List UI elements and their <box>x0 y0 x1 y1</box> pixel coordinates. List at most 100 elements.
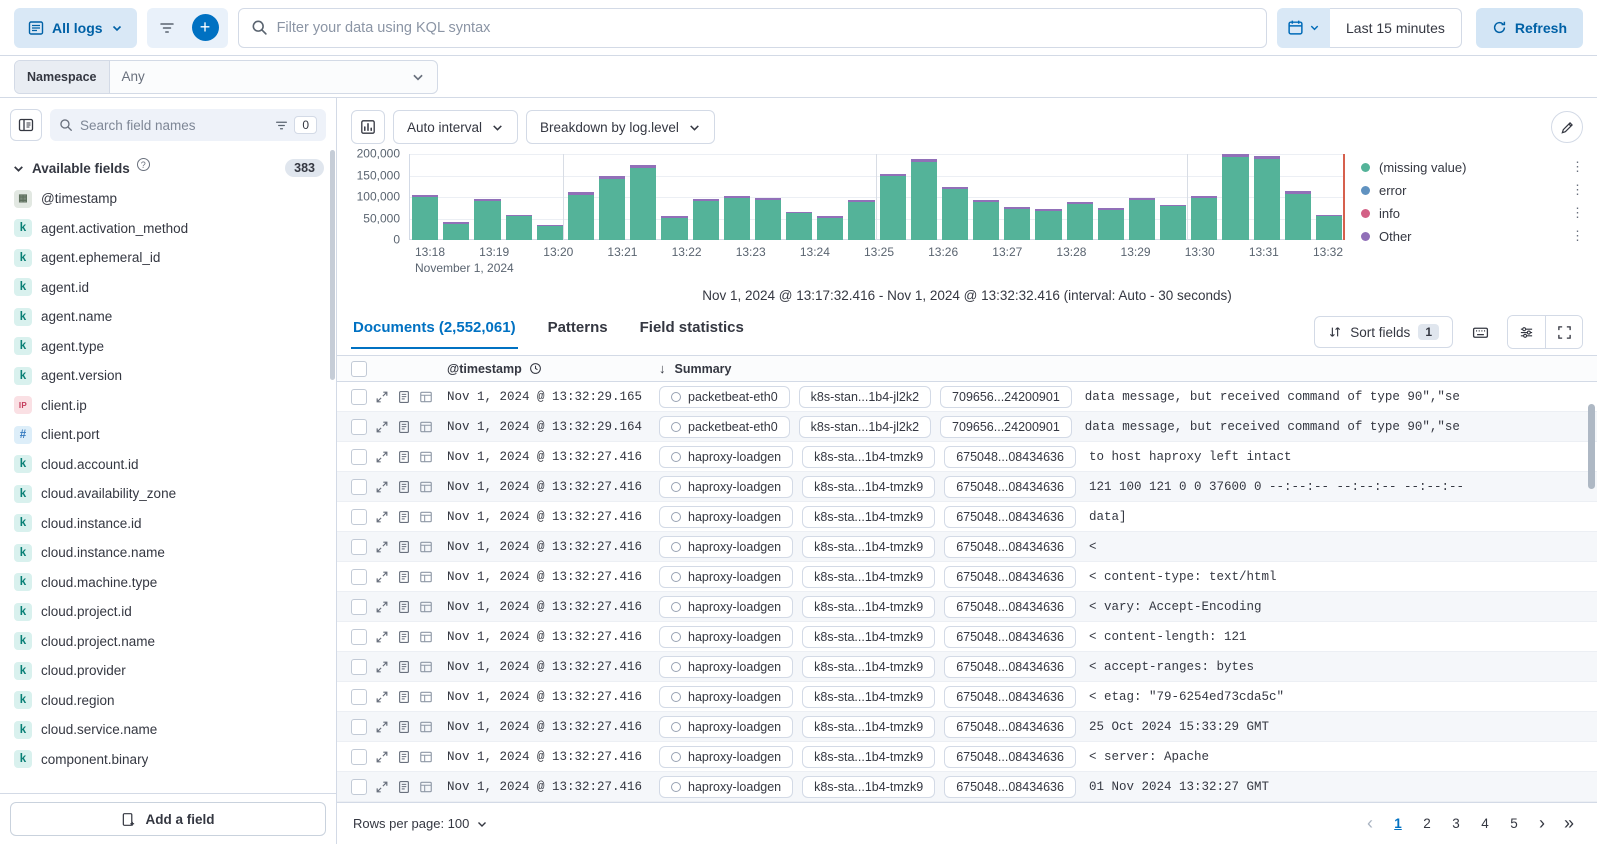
field-item[interactable]: kagent.activation_method <box>5 214 331 244</box>
row-checkbox[interactable] <box>351 479 367 495</box>
legend-menu-icon[interactable]: ⋮ <box>1571 205 1583 221</box>
trace-badge[interactable]: 675048...08434636 <box>944 716 1076 738</box>
last-page-button[interactable]: » <box>1557 813 1581 834</box>
legend-item[interactable]: error⋮ <box>1361 182 1583 198</box>
histogram-bar[interactable] <box>443 154 469 240</box>
field-item[interactable]: kcloud.availability_zone <box>5 479 331 509</box>
expand-row-icon[interactable] <box>375 390 389 404</box>
service-badge[interactable]: haproxy-loadgen <box>659 656 793 678</box>
expand-row-icon[interactable] <box>375 510 389 524</box>
doc-details-icon[interactable] <box>397 780 411 794</box>
timestamp-column-header[interactable]: @timestamp <box>433 362 659 376</box>
field-item[interactable]: kagent.type <box>5 332 331 362</box>
doc-details-icon[interactable] <box>397 600 411 614</box>
kql-input[interactable] <box>277 20 1254 36</box>
pod-badge[interactable]: k8s-sta...1b4-tmzk9 <box>802 656 935 678</box>
pod-badge[interactable]: k8s-sta...1b4-tmzk9 <box>802 476 935 498</box>
legend-menu-icon[interactable]: ⋮ <box>1571 228 1583 244</box>
legend-menu-icon[interactable]: ⋮ <box>1571 182 1583 198</box>
doc-details-icon[interactable] <box>397 510 411 524</box>
surrounding-docs-icon[interactable] <box>419 390 433 404</box>
field-item[interactable]: kagent.version <box>5 361 331 391</box>
surrounding-docs-icon[interactable] <box>419 750 433 764</box>
field-item[interactable]: ▦@timestamp <box>5 184 331 214</box>
display-options-button[interactable] <box>1508 316 1545 348</box>
legend-item[interactable]: info⋮ <box>1361 205 1583 221</box>
edit-visualization-button[interactable] <box>1551 111 1583 143</box>
histogram-bar[interactable] <box>755 154 781 240</box>
row-checkbox[interactable] <box>351 659 367 675</box>
surrounding-docs-icon[interactable] <box>419 600 433 614</box>
add-filter-button[interactable]: + <box>192 14 219 41</box>
doc-details-icon[interactable] <box>397 450 411 464</box>
keyboard-shortcuts-button[interactable] <box>1463 316 1497 348</box>
histogram-bar[interactable] <box>1316 154 1342 240</box>
expand-row-icon[interactable] <box>375 690 389 704</box>
next-page-button[interactable]: › <box>1530 813 1554 834</box>
histogram-bar[interactable] <box>599 154 625 240</box>
field-item[interactable]: kcloud.project.name <box>5 627 331 657</box>
legend-item[interactable]: (missing value)⋮ <box>1361 159 1583 175</box>
histogram-bar[interactable] <box>537 154 563 240</box>
summary-column-header[interactable]: ↓ Summary <box>659 361 1597 376</box>
doc-details-icon[interactable] <box>397 480 411 494</box>
doc-details-icon[interactable] <box>397 690 411 704</box>
interval-select[interactable]: Auto interval <box>393 110 518 144</box>
pod-badge[interactable]: k8s-sta...1b4-tmzk9 <box>802 566 935 588</box>
service-badge[interactable]: haproxy-loadgen <box>659 596 793 618</box>
expand-row-icon[interactable] <box>375 660 389 674</box>
expand-row-icon[interactable] <box>375 600 389 614</box>
trace-badge[interactable]: 675048...08434636 <box>944 776 1076 798</box>
trace-badge[interactable]: 675048...08434636 <box>944 446 1076 468</box>
trace-badge[interactable]: 675048...08434636 <box>944 596 1076 618</box>
row-checkbox[interactable] <box>351 569 367 585</box>
field-item[interactable]: kcloud.account.id <box>5 450 331 480</box>
field-item[interactable]: kcloud.instance.name <box>5 538 331 568</box>
histogram-bar[interactable] <box>1222 154 1248 240</box>
histogram-bar[interactable] <box>817 154 843 240</box>
expand-row-icon[interactable] <box>375 630 389 644</box>
histogram-bar[interactable] <box>1004 154 1030 240</box>
field-item[interactable]: #client.port <box>5 420 331 450</box>
field-search-input[interactable] <box>80 118 268 133</box>
histogram-bar[interactable] <box>911 154 937 240</box>
trace-badge[interactable]: 709656...24200901 <box>940 386 1072 408</box>
trace-badge[interactable]: 675048...08434636 <box>944 506 1076 528</box>
select-all-checkbox[interactable] <box>351 361 367 377</box>
histogram-bar[interactable] <box>1285 154 1311 240</box>
previous-page-button[interactable]: ‹ <box>1358 813 1382 834</box>
doc-details-icon[interactable] <box>397 660 411 674</box>
field-item[interactable]: kagent.ephemeral_id <box>5 243 331 273</box>
legend-item[interactable]: Other⋮ <box>1361 228 1583 244</box>
pod-badge[interactable]: k8s-sta...1b4-tmzk9 <box>802 716 935 738</box>
histogram-bar[interactable] <box>880 154 906 240</box>
histogram-bar[interactable] <box>412 154 438 240</box>
pod-badge[interactable]: k8s-sta...1b4-tmzk9 <box>802 506 935 528</box>
pod-badge[interactable]: k8s-sta...1b4-tmzk9 <box>802 596 935 618</box>
service-badge[interactable]: packetbeat-eth0 <box>659 386 790 408</box>
row-checkbox[interactable] <box>351 419 367 435</box>
page-4-button[interactable]: 4 <box>1472 811 1498 837</box>
surrounding-docs-icon[interactable] <box>419 510 433 524</box>
histogram-bar[interactable] <box>1035 154 1061 240</box>
available-fields-header[interactable]: Available fields ? 383 <box>0 149 336 184</box>
field-item[interactable]: IPclient.ip <box>5 391 331 421</box>
grid-scrollbar[interactable] <box>1588 404 1595 844</box>
breakdown-select[interactable]: Breakdown by log.level <box>526 110 715 144</box>
histogram-bar[interactable] <box>661 154 687 240</box>
row-checkbox[interactable] <box>351 629 367 645</box>
expand-row-icon[interactable] <box>375 480 389 494</box>
histogram-bar[interactable] <box>1067 154 1093 240</box>
row-checkbox[interactable] <box>351 689 367 705</box>
histogram-bar[interactable] <box>474 154 500 240</box>
row-checkbox[interactable] <box>351 509 367 525</box>
pod-badge[interactable]: k8s-stan...1b4-jl2k2 <box>799 416 931 438</box>
expand-row-icon[interactable] <box>375 540 389 554</box>
trace-badge[interactable]: 675048...08434636 <box>944 746 1076 768</box>
service-badge[interactable]: haproxy-loadgen <box>659 536 793 558</box>
surrounding-docs-icon[interactable] <box>419 660 433 674</box>
trace-badge[interactable]: 675048...08434636 <box>944 566 1076 588</box>
pod-badge[interactable]: k8s-sta...1b4-tmzk9 <box>802 536 935 558</box>
date-picker-button[interactable] <box>1277 8 1330 48</box>
tab-field-statistics[interactable]: Field statistics <box>638 313 746 349</box>
